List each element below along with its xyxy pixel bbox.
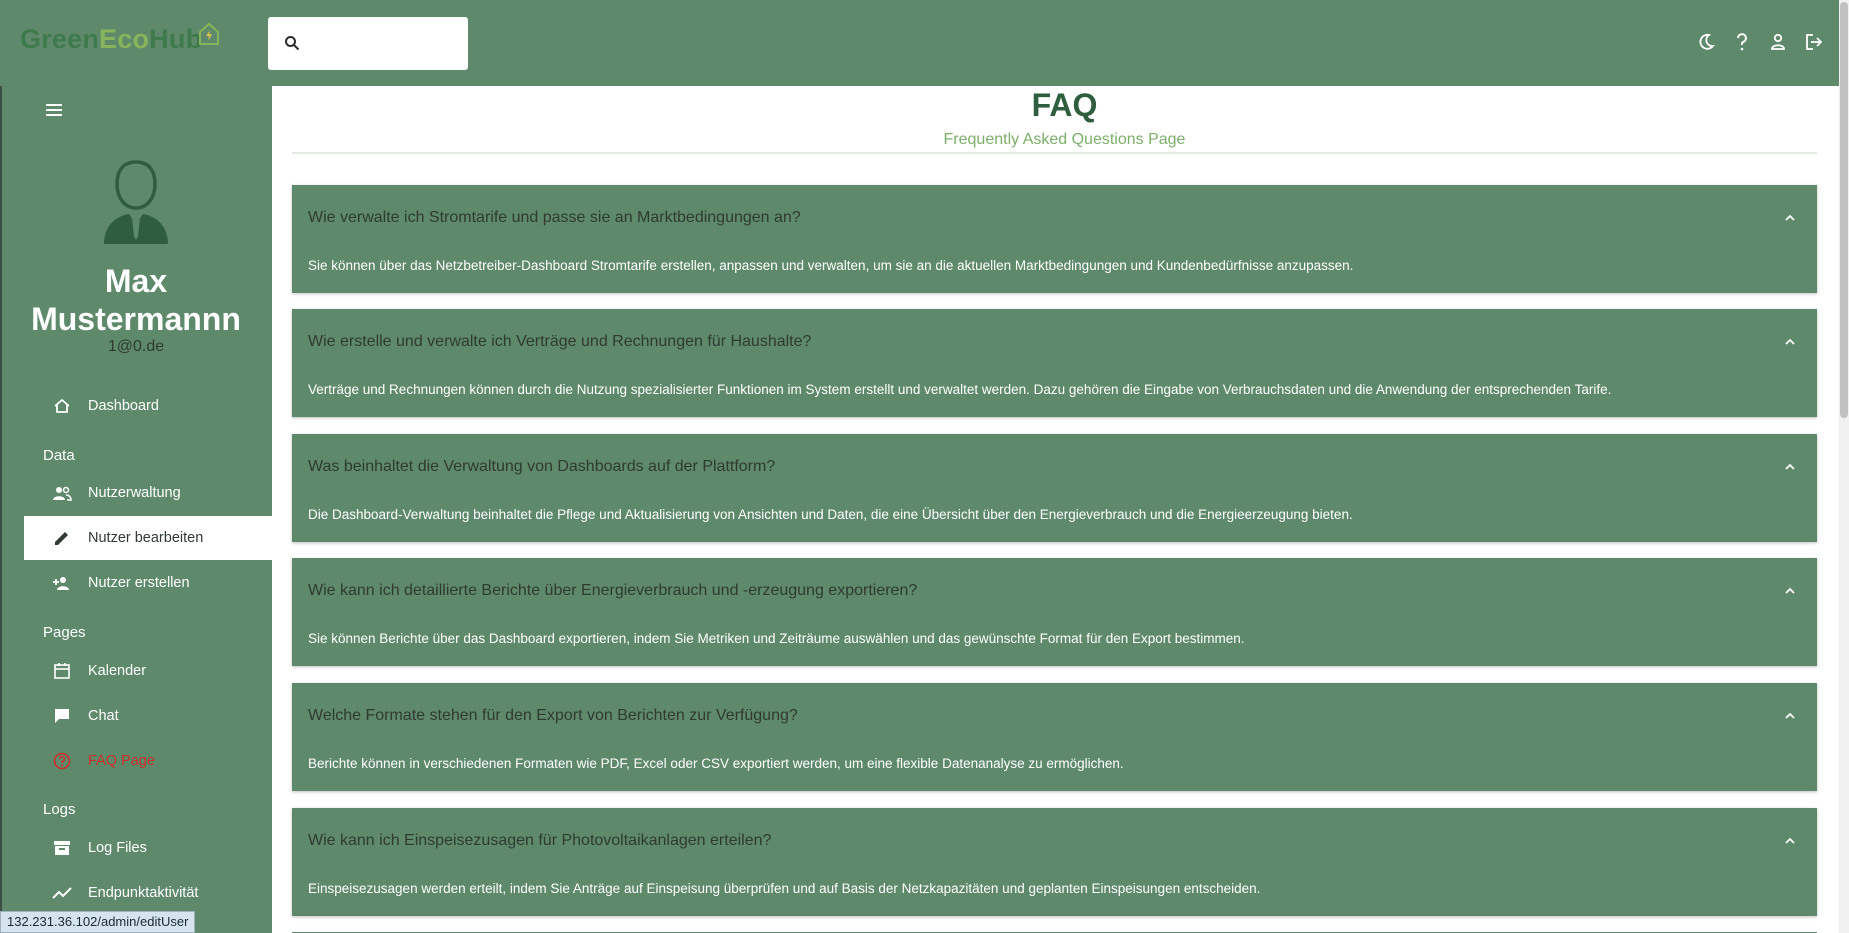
user-name: Max Mustermannn (0, 262, 272, 338)
top-bar: GreenEcoHub (0, 0, 1839, 86)
faq-question[interactable]: Was beinhaltet die Verwaltung von Dashbo… (308, 458, 775, 476)
page-scrollbar[interactable] (1839, 0, 1849, 933)
sidebar-item-label: Dashboard (88, 398, 159, 414)
sidebar-edge (0, 86, 2, 933)
sidebar: Max Mustermannn 1@0.de Dashboard Data Nu… (0, 86, 272, 933)
section-pages: Pages (43, 624, 86, 641)
trend-icon (50, 886, 74, 900)
sidebar-item-chat[interactable]: Chat (24, 694, 272, 738)
scrollbar-thumb[interactable] (1840, 2, 1848, 418)
faq-answer: Einspeisezusagen werden erteilt, indem S… (308, 881, 1261, 896)
page-subtitle: Frequently Asked Questions Page (943, 131, 1186, 148)
faq-question[interactable]: Wie erstelle und verwalte ich Verträge u… (308, 333, 811, 351)
chevron-up-icon[interactable] (1783, 460, 1797, 474)
edit-icon (50, 529, 74, 547)
search-icon (284, 35, 300, 56)
faq-answer: Berichte können in verschiedenen Formate… (308, 756, 1124, 771)
faq-question[interactable]: Wie verwalte ich Stromtarife und passe s… (308, 209, 801, 227)
faq-answer: Sie können über das Netzbetreiber-Dashbo… (308, 258, 1354, 273)
sidebar-item-nutzerwaltung[interactable]: Nutzerwaltung (24, 471, 272, 515)
title-divider (292, 152, 1817, 154)
calendar-icon (50, 662, 74, 680)
faq-question[interactable]: Wie kann ich Einspeisezusagen für Photov… (308, 832, 771, 850)
user-first-name: Max (104, 263, 168, 299)
people-icon (50, 485, 74, 501)
faq-item[interactable]: Wie kann ich Einspeisezusagen für Photov… (292, 808, 1817, 916)
logout-icon[interactable] (1805, 32, 1823, 52)
logo-eco: Eco (99, 24, 150, 54)
user-avatar-icon (96, 156, 176, 251)
help-circle-icon (50, 752, 74, 770)
top-actions (1697, 32, 1823, 52)
chevron-up-icon[interactable] (1783, 211, 1797, 225)
faq-item[interactable]: Wie kann ich detaillierte Berichte über … (292, 558, 1817, 666)
logo-green: Green (20, 24, 100, 54)
faq-answer: Verträge und Rechnungen können durch die… (308, 382, 1612, 397)
section-logs: Logs (43, 801, 76, 818)
archive-icon (50, 839, 74, 857)
main-content: FAQ Frequently Asked Questions Page Wie … (272, 86, 1839, 933)
sidebar-item-nutzer-bearbeiten[interactable]: Nutzer bearbeiten (24, 516, 272, 560)
faq-answer: Die Dashboard-Verwaltung beinhaltet die … (308, 507, 1353, 522)
chat-icon (50, 707, 74, 725)
faq-item[interactable]: Wie erstelle und verwalte ich Verträge u… (292, 309, 1817, 417)
moon-icon[interactable] (1697, 32, 1715, 52)
faq-question[interactable]: Wie kann ich detaillierte Berichte über … (308, 582, 917, 600)
user-last-name: Mustermannn (31, 301, 241, 337)
faq-question[interactable]: Welche Formate stehen für den Export von… (308, 707, 798, 725)
hamburger-menu-icon[interactable] (44, 101, 64, 122)
faq-answer: Sie können Berichte über das Dashboard e… (308, 631, 1245, 646)
sidebar-item-label: Log Files (88, 840, 147, 856)
sidebar-item-label: Endpunktaktivität (88, 885, 199, 901)
sidebar-item-label: Kalender (88, 663, 147, 679)
sidebar-item-log-files[interactable]: Log Files (24, 826, 272, 870)
sidebar-item-kalender[interactable]: Kalender (24, 649, 272, 693)
brand-logo[interactable]: GreenEcoHub (20, 24, 202, 55)
app-root: GreenEcoHub Max Mustermannn 1@0.de Dashb… (0, 0, 1849, 933)
sidebar-item-label: Nutzer bearbeiten (88, 530, 204, 546)
faq-item[interactable]: Was beinhaltet die Verwaltung von Dashbo… (292, 434, 1817, 542)
person-icon[interactable] (1769, 32, 1787, 52)
faq-item[interactable]: Wie verwalte ich Stromtarife und passe s… (292, 185, 1817, 293)
help-icon[interactable] (1733, 32, 1751, 52)
search-box[interactable] (268, 17, 468, 70)
chevron-up-icon[interactable] (1783, 584, 1797, 598)
person-add-icon (50, 575, 74, 591)
home-icon (50, 397, 74, 415)
logo-hub: Hub (149, 24, 203, 54)
chevron-up-icon[interactable] (1783, 335, 1797, 349)
sidebar-item-faq[interactable]: FAQ Page (24, 739, 272, 783)
house-bolt-icon (198, 22, 220, 51)
status-url: 132.231.36.102/admin/editUser (0, 911, 196, 933)
chevron-up-icon[interactable] (1783, 709, 1797, 723)
user-email: 1@0.de (107, 338, 165, 355)
sidebar-item-label: Nutzer erstellen (88, 575, 190, 591)
sidebar-item-dashboard[interactable]: Dashboard (24, 384, 272, 428)
search-input[interactable] (308, 31, 458, 57)
sidebar-item-endpunktaktivitaet[interactable]: Endpunktaktivität (24, 871, 272, 915)
sidebar-item-label: Nutzerwaltung (88, 485, 181, 501)
chevron-up-icon[interactable] (1783, 834, 1797, 848)
page-title: FAQ (1031, 87, 1098, 123)
sidebar-item-label: FAQ Page (88, 753, 155, 769)
sidebar-item-nutzer-erstellen[interactable]: Nutzer erstellen (24, 561, 272, 605)
section-data: Data (43, 447, 75, 464)
sidebar-item-label: Chat (88, 708, 119, 724)
faq-item[interactable]: Welche Formate stehen für den Export von… (292, 683, 1817, 791)
